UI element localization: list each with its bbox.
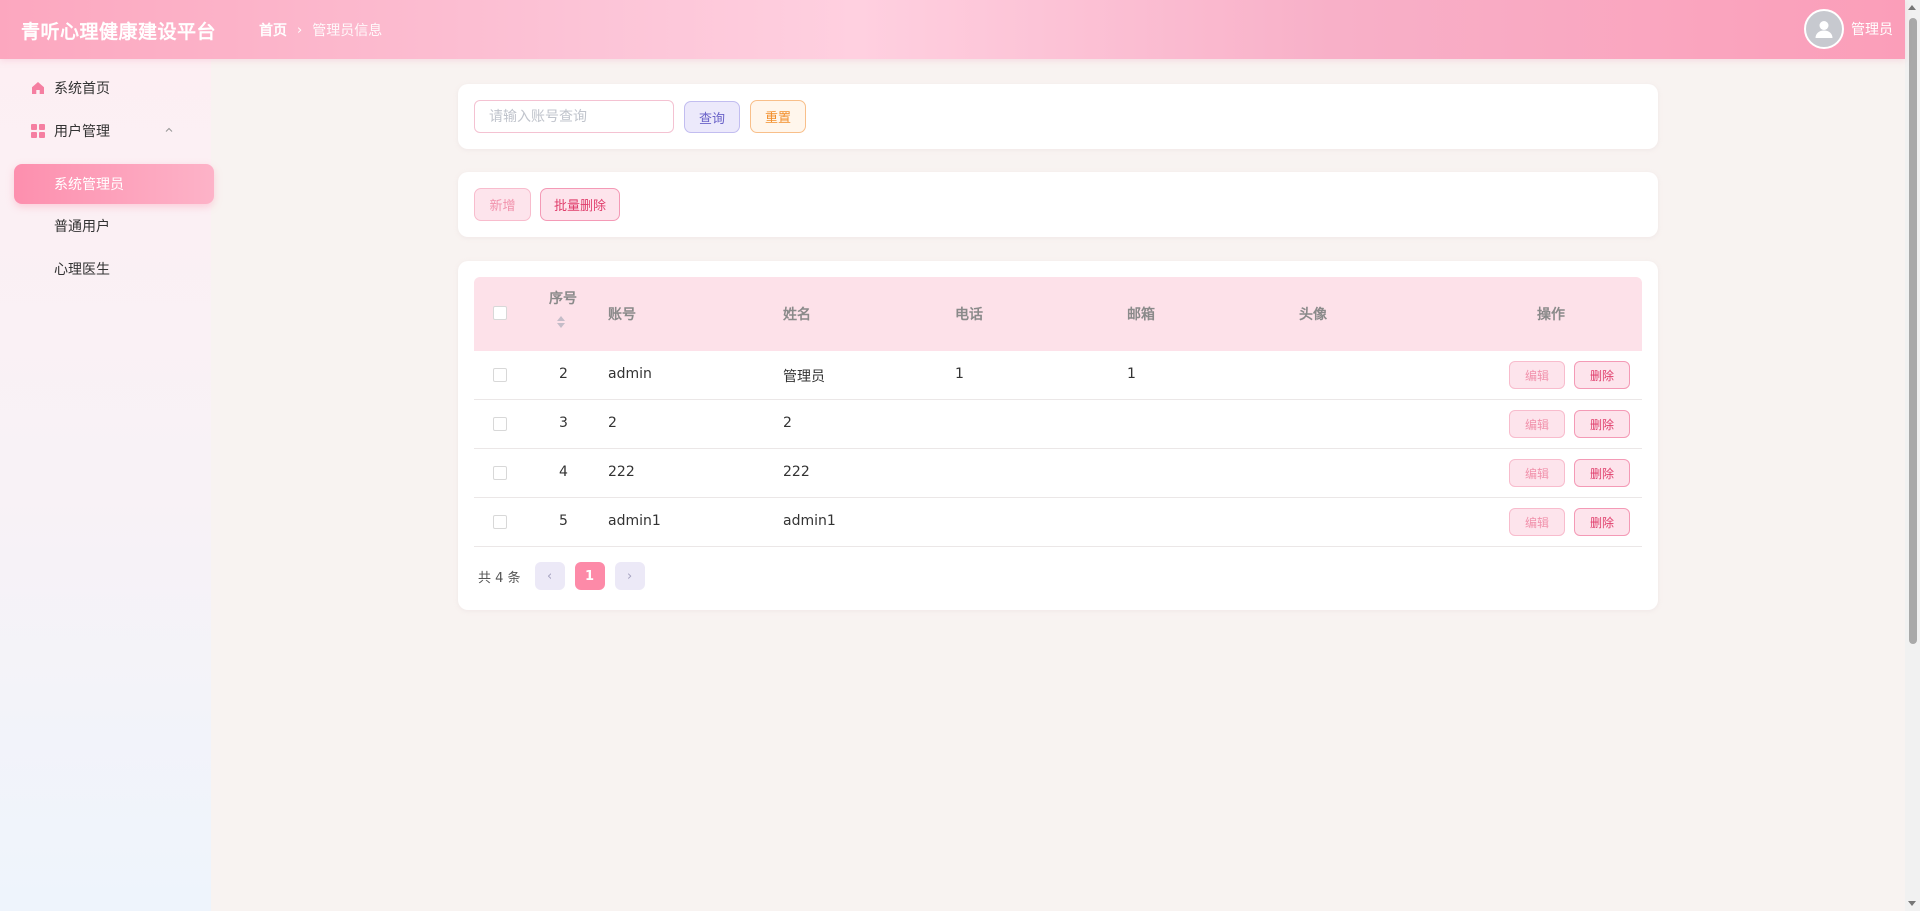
next-page-button[interactable]: › [614,562,645,590]
edit-button[interactable]: 编辑 [1509,459,1565,487]
cell-account: admin [608,366,652,382]
cell-index: 2 [559,366,568,382]
column-header-index[interactable]: 序号 [549,288,577,308]
column-header-email: 邮箱 [1127,307,1155,323]
reset-button[interactable]: 重置 [750,100,806,133]
prev-page-button[interactable]: ‹ [534,562,565,590]
cell-phone: 1 [955,366,964,382]
cell-account: 2 [608,415,617,431]
sidebar-item-label: 用户管理 [54,124,110,140]
pagination-total: 共 4 条 [478,570,521,586]
scroll-down-icon[interactable] [1908,901,1916,906]
cell-name: 2 [783,415,792,431]
page-scrollbar[interactable] [1905,0,1920,911]
sidebar-item-home[interactable]: 系统首页 [0,69,211,107]
scroll-thumb[interactable] [1909,18,1917,644]
breadcrumb-current: 管理员信息 [312,23,383,39]
add-button[interactable]: 新增 [474,188,531,221]
sidebar-item-normal-user[interactable]: 普通用户 [14,206,214,246]
row-checkbox[interactable] [493,515,507,529]
row-checkbox[interactable] [493,466,507,480]
column-header-account: 账号 [608,307,636,323]
table-row: 4 222 222 编辑 删除 [474,449,1642,498]
breadcrumb-separator-icon: › [297,22,303,38]
cell-account: 222 [608,464,635,480]
edit-button[interactable]: 编辑 [1509,361,1565,389]
search-input[interactable] [474,100,674,133]
sidebar: 系统首页 用户管理 系统管理员 普通用户 心理医生 [0,59,214,911]
username-label[interactable]: 管理员 [1851,19,1893,39]
sort-icon[interactable] [556,315,566,329]
chevron-up-icon [165,127,173,132]
sidebar-item-user-management[interactable]: 用户管理 [0,112,211,150]
cell-account: admin1 [608,513,661,529]
delete-button[interactable]: 删除 [1574,508,1630,536]
delete-button[interactable]: 删除 [1574,459,1630,487]
select-all-checkbox[interactable] [493,306,507,320]
action-card: 新增 批量删除 [458,172,1658,237]
cell-name: 管理员 [783,369,825,385]
column-header-avatar: 头像 [1299,307,1327,323]
cell-name: admin1 [783,513,836,529]
cell-index: 4 [559,464,568,480]
pagination: 共 4 条 ‹ 1 › [478,562,655,590]
table-row: 5 admin1 admin1 编辑 删除 [474,498,1642,547]
table-header: 序号 账号 姓名 电话 邮箱 头像 操作 [474,277,1642,351]
home-icon [32,82,44,94]
edit-button[interactable]: 编辑 [1509,508,1565,536]
breadcrumb: 首页 › 管理员信息 [259,20,382,40]
grid-icon [31,124,45,138]
app-title: 青听心理健康建设平台 [21,21,217,43]
page-number-button[interactable]: 1 [574,562,605,590]
row-checkbox[interactable] [493,417,507,431]
row-checkbox[interactable] [493,368,507,382]
column-header-ops: 操作 [1537,307,1565,323]
sidebar-item-label: 系统管理员 [54,177,124,193]
sidebar-item-system-admin[interactable]: 系统管理员 [14,164,214,204]
column-header-name: 姓名 [783,307,811,323]
breadcrumb-home[interactable]: 首页 [259,20,287,40]
scroll-up-icon[interactable] [1908,5,1916,10]
column-header-phone: 电话 [955,307,983,323]
top-header: 青听心理健康建设平台 首页 › 管理员信息 管理员 [0,0,1905,59]
cell-name: 222 [783,464,810,480]
edit-button[interactable]: 编辑 [1509,410,1565,438]
sidebar-item-label: 心理医生 [54,262,110,278]
table-card: 序号 账号 姓名 电话 邮箱 头像 操作 2 admin 管理员 1 1 编辑 … [458,261,1658,610]
cell-index: 5 [559,513,568,529]
sidebar-item-label: 系统首页 [54,81,110,97]
delete-button[interactable]: 删除 [1574,410,1630,438]
query-button[interactable]: 查询 [684,101,740,133]
sidebar-item-doctor[interactable]: 心理医生 [14,249,214,289]
user-menu[interactable]: 管理员 [1804,9,1893,49]
delete-button[interactable]: 删除 [1574,361,1630,389]
cell-email: 1 [1127,366,1136,382]
user-icon [1815,21,1833,38]
table-row: 3 2 2 编辑 删除 [474,400,1642,449]
table-row: 2 admin 管理员 1 1 编辑 删除 [474,351,1642,400]
search-card: 查询 重置 [458,84,1658,149]
avatar[interactable] [1804,9,1844,49]
batch-delete-button[interactable]: 批量删除 [540,188,620,221]
cell-index: 3 [559,415,568,431]
sidebar-item-label: 普通用户 [54,219,110,235]
